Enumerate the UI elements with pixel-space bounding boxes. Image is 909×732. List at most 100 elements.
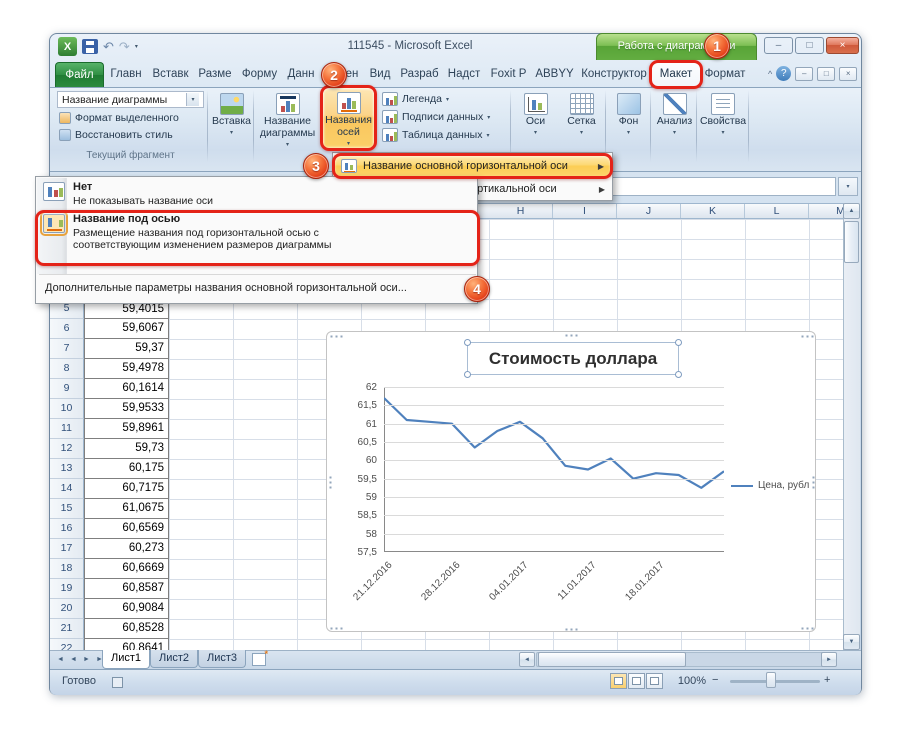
row-header-15[interactable]: 15	[50, 499, 84, 519]
help-icon[interactable]: ?	[776, 66, 791, 81]
scroll-down-button[interactable]: ▼	[843, 634, 860, 650]
tab-Конструктор[interactable]: Конструктор	[577, 62, 651, 87]
chart-selection-handle[interactable]	[565, 334, 578, 337]
chart-element-selector[interactable]: Название диаграммы ▾	[57, 91, 204, 108]
tab-Главн[interactable]: Главн	[104, 62, 148, 87]
workbook-close-button[interactable]: ×	[839, 67, 857, 81]
page-layout-view-button[interactable]	[628, 673, 645, 689]
cell-value-row-6[interactable]: 59,6067	[84, 319, 169, 339]
selection-handle[interactable]	[675, 371, 682, 378]
workbook-restore-button[interactable]: □	[817, 67, 835, 81]
column-header-I[interactable]: I	[553, 204, 617, 219]
data-labels-button[interactable]: Подписи данных ▾	[380, 109, 508, 125]
restore-button[interactable]: □	[795, 37, 824, 54]
column-header-K[interactable]: K	[681, 204, 745, 219]
row-header-17[interactable]: 17	[50, 539, 84, 559]
chart-title-text[interactable]: Стоимость доллара	[468, 343, 678, 374]
close-button[interactable]: ×	[826, 37, 859, 54]
tab-Макет[interactable]: Макет	[651, 62, 701, 87]
gridlines-button[interactable]: Сетка ▾	[559, 89, 604, 149]
column-header-H[interactable]: H	[489, 204, 553, 219]
sheet-tab-Лист1[interactable]: Лист1	[102, 650, 150, 669]
save-icon[interactable]	[82, 39, 98, 54]
analysis-button[interactable]: Анализ ▾	[652, 89, 697, 149]
cell-value-row-18[interactable]: 60,6669	[84, 559, 169, 579]
row-header-21[interactable]: 21	[50, 619, 84, 639]
vertical-scrollbar[interactable]	[843, 203, 860, 650]
ribbon-collapse-icon[interactable]: ^	[768, 69, 772, 79]
scroll-right-button[interactable]: ►	[821, 652, 837, 667]
row-header-9[interactable]: 9	[50, 379, 84, 399]
tab-ABBYY[interactable]: ABBYY	[532, 62, 577, 87]
sheet-tab-Лист2[interactable]: Лист2	[150, 650, 198, 668]
cell-value-row-14[interactable]: 60,7175	[84, 479, 169, 499]
chart-object[interactable]: Стоимость доллара Цена, рубл 6261,56160,…	[326, 331, 816, 632]
chart-legend[interactable]: Цена, рубл	[731, 480, 809, 491]
chart-selection-handle[interactable]	[329, 476, 332, 489]
background-button[interactable]: Фон ▾	[607, 89, 650, 149]
row-header-11[interactable]: 11	[50, 419, 84, 439]
redo-icon[interactable]: ↷	[119, 39, 130, 55]
tab-Вид[interactable]: Вид	[364, 62, 396, 87]
tab-Форму[interactable]: Форму	[237, 62, 282, 87]
sheet-tab-Лист3[interactable]: Лист3	[198, 650, 246, 668]
cell-value-row-13[interactable]: 60,175	[84, 459, 169, 479]
properties-button[interactable]: Свойства ▾	[698, 89, 748, 149]
cell-value-row-9[interactable]: 60,1614	[84, 379, 169, 399]
cell-value-row-21[interactable]: 60,8528	[84, 619, 169, 639]
legend-button[interactable]: Легенда ▾	[380, 91, 508, 107]
minimize-button[interactable]: –	[764, 37, 793, 54]
row-header-10[interactable]: 10	[50, 399, 84, 419]
row-header-13[interactable]: 13	[50, 459, 84, 479]
tab-Данн[interactable]: Данн	[282, 62, 320, 87]
normal-view-button[interactable]	[610, 673, 627, 689]
cell-value-row-22[interactable]: 60,8641	[84, 639, 169, 650]
tab-Разраб[interactable]: Разраб	[396, 62, 443, 87]
row-header-6[interactable]: 6	[50, 319, 84, 339]
axes-button[interactable]: Оси ▾	[513, 89, 558, 149]
tab-Надст[interactable]: Надст	[443, 62, 485, 87]
chart-selection-handle[interactable]	[330, 335, 343, 338]
reset-style-button[interactable]: Восстановить стиль	[57, 127, 204, 143]
next-sheet-icon[interactable]: ►	[80, 652, 93, 667]
column-header-M[interactable]: M	[809, 204, 843, 219]
vertical-scroll-thumb[interactable]	[844, 221, 859, 263]
row-header-18[interactable]: 18	[50, 559, 84, 579]
chart-title-button[interactable]: Название диаграммы ▾	[256, 89, 319, 149]
selection-handle[interactable]	[464, 371, 471, 378]
chart-selection-handle[interactable]	[565, 628, 578, 631]
chevron-down-icon[interactable]: ▾	[186, 93, 199, 106]
qat-customize-icon[interactable]: ▾	[135, 43, 138, 50]
column-header-J[interactable]: J	[617, 204, 681, 219]
chart-selection-handle[interactable]	[801, 627, 814, 630]
submenu-option-none[interactable]: НетНе показывать название оси	[37, 180, 478, 212]
cell-value-row-12[interactable]: 59,73	[84, 439, 169, 459]
chart-selection-handle[interactable]	[801, 335, 814, 338]
zoom-out-button[interactable]: −	[712, 674, 718, 686]
cell-value-row-8[interactable]: 59,4978	[84, 359, 169, 379]
tab-Foxit P[interactable]: Foxit P	[485, 62, 532, 87]
cell-value-row-19[interactable]: 60,8587	[84, 579, 169, 599]
cell-value-row-16[interactable]: 60,6569	[84, 519, 169, 539]
scroll-left-button[interactable]: ◄	[519, 652, 535, 667]
zoom-slider-thumb[interactable]	[766, 672, 776, 688]
contextual-tab-group[interactable]: Работа с диаграммами	[596, 33, 757, 60]
format-selection-button[interactable]: Формат выделенного	[57, 110, 204, 126]
axis-titles-button[interactable]: Названия осей ▾	[322, 87, 375, 149]
tab-Вставк[interactable]: Вставк	[148, 62, 193, 87]
formula-bar-expand-button[interactable]: ▾	[838, 177, 858, 196]
cell-value-row-15[interactable]: 61,0675	[84, 499, 169, 519]
selection-handle[interactable]	[464, 339, 471, 346]
data-table-button[interactable]: Таблица данных ▾	[380, 127, 508, 143]
more-axis-title-options-item[interactable]: Дополнительные параметры названия основн…	[36, 276, 476, 301]
first-sheet-icon[interactable]: ◄	[54, 652, 67, 667]
insert-sheet-button[interactable]: *	[252, 653, 266, 666]
horizontal-scroll-thumb[interactable]	[538, 652, 686, 667]
submenu-option-under-axis[interactable]: Название под осьюРазмещение названия под…	[37, 212, 478, 264]
cell-value-row-17[interactable]: 60,273	[84, 539, 169, 559]
chart-title-box[interactable]: Стоимость доллара	[467, 342, 679, 375]
tab-Формат[interactable]: Формат	[701, 62, 749, 87]
cell-value-row-7[interactable]: 59,37	[84, 339, 169, 359]
scroll-up-button[interactable]: ▲	[843, 203, 860, 219]
menu-item-axis-0[interactable]: Название основной горизонтальной оси▶	[334, 155, 611, 177]
